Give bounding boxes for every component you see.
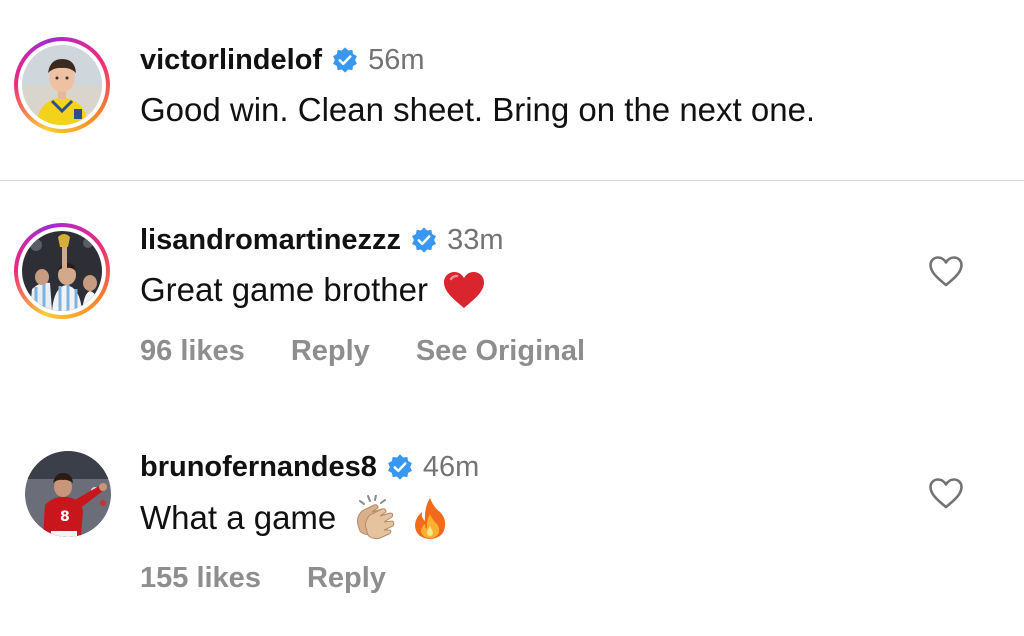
avatar[interactable] <box>22 231 102 311</box>
caption-text-content: Good win. Clean sheet. Bring on the next… <box>140 91 816 128</box>
verified-badge-icon <box>331 46 359 74</box>
comment-item: lisandromartinezzz 33m Great game brothe… <box>0 205 1024 395</box>
comment-text-content: Great game brother <box>140 271 428 308</box>
comment-text-content: What a game <box>140 499 337 536</box>
clapping-hands-emoji-icon <box>350 495 398 541</box>
story-ring[interactable] <box>14 223 110 319</box>
avatar-photo-lisandromartinezzz <box>22 231 102 311</box>
verified-badge-icon <box>410 226 438 254</box>
username[interactable]: lisandromartinezzz <box>140 222 401 258</box>
avatar-photo-victorlindelof <box>22 45 102 125</box>
avatar[interactable]: 8 <box>25 451 111 537</box>
like-heart-icon[interactable] <box>928 255 964 287</box>
verified-badge-icon <box>386 453 414 481</box>
fire-emoji-icon <box>412 496 448 540</box>
divider <box>0 180 1024 181</box>
timestamp: 33m <box>447 224 504 256</box>
comment-actions: 155 likes Reply <box>140 559 386 597</box>
caption-meta: victorlindelof 56m <box>140 42 425 78</box>
comment-meta: lisandromartinezzz 33m <box>140 222 503 258</box>
username[interactable]: brunofernandes8 <box>140 449 377 485</box>
reply-button[interactable]: Reply <box>291 332 370 370</box>
username[interactable]: victorlindelof <box>140 42 322 78</box>
comment-text: What a game <box>140 495 448 541</box>
comment-text: Great game brother <box>140 268 486 312</box>
likes-count[interactable]: 96 likes <box>140 332 245 370</box>
caption-text: Good win. Clean sheet. Bring on the next… <box>140 88 815 132</box>
story-ring[interactable] <box>14 37 110 133</box>
timestamp: 46m <box>422 451 480 483</box>
comment-actions: 96 likes Reply See Original <box>140 332 585 370</box>
comment-item: 8 brunofernandes8 46m What a game 155 li… <box>0 432 1024 622</box>
red-heart-emoji-icon <box>442 270 486 310</box>
likes-count[interactable]: 155 likes <box>140 559 261 597</box>
comment-meta: brunofernandes8 46m <box>140 449 479 485</box>
see-original-button[interactable]: See Original <box>416 332 585 370</box>
like-heart-icon[interactable] <box>928 477 964 509</box>
avatar-photo-brunofernandes8: 8 <box>25 451 111 537</box>
svg-text:8: 8 <box>60 509 70 525</box>
avatar-frame[interactable]: 8 <box>24 450 112 538</box>
timestamp: 56m <box>368 44 425 76</box>
reply-button[interactable]: Reply <box>307 559 386 597</box>
post-caption: victorlindelof 56m Good win. Clean sheet… <box>0 0 1024 182</box>
avatar[interactable] <box>22 45 102 125</box>
comments-screen: victorlindelof 56m Good win. Clean sheet… <box>0 0 1024 636</box>
